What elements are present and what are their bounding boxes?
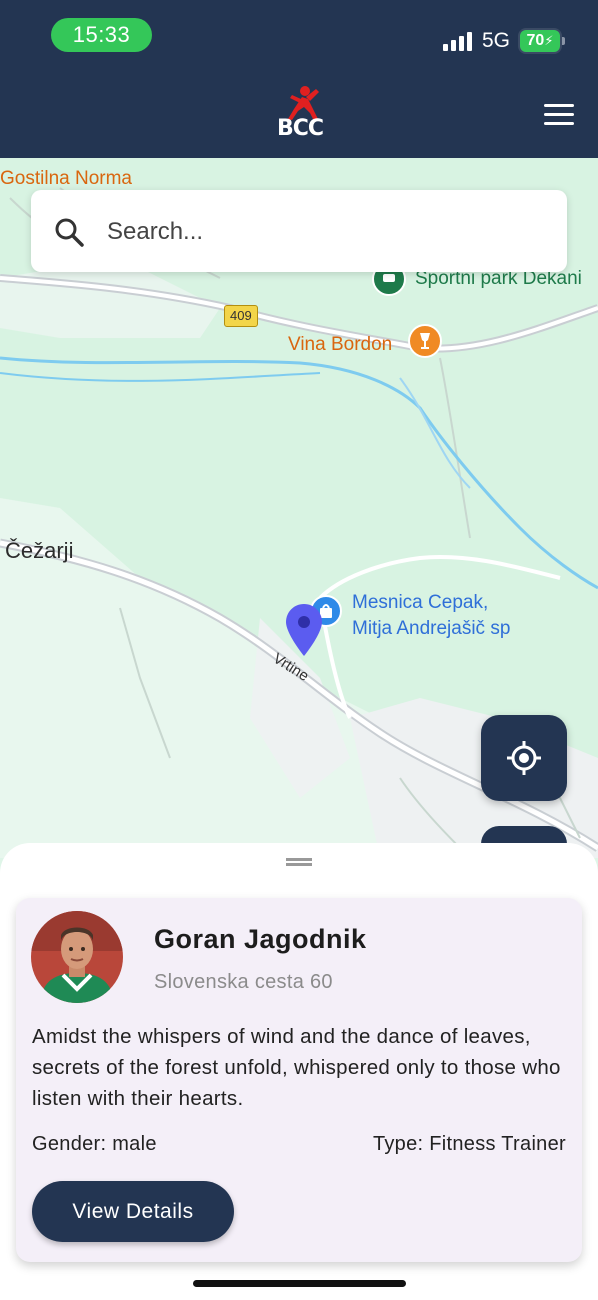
profile-gender: Gender: male — [32, 1133, 157, 1155]
cellular-signal-icon — [442, 31, 472, 51]
view-details-button[interactable]: View Details — [32, 1181, 234, 1242]
status-indicators: 5G 70⚡ — [442, 26, 565, 56]
app-header: 15:33 5G 70⚡ BCC — [0, 0, 598, 158]
profile-card[interactable]: Goran Jagodnik Slovenska cesta 60 Amidst… — [16, 898, 582, 1262]
poi-mesnica-label-line1[interactable]: Mesnica Cepak, — [352, 592, 488, 614]
logo-text: BCC — [276, 116, 324, 141]
my-location-icon — [507, 741, 541, 775]
locate-me-button[interactable] — [481, 715, 567, 801]
battery-icon: 70⚡ — [520, 30, 565, 52]
home-indicator[interactable] — [193, 1280, 406, 1287]
search-icon — [55, 218, 84, 247]
profile-address: Slovenska cesta 60 — [154, 971, 333, 993]
hamburger-menu-icon[interactable] — [544, 104, 576, 128]
avatar — [31, 911, 123, 1003]
status-time: 15:33 — [51, 18, 152, 52]
road-number-badge: 409 — [224, 305, 258, 327]
bottom-sheet: Goran Jagodnik Slovenska cesta 60 Amidst… — [0, 843, 598, 1300]
village-label: Čežarji — [5, 538, 74, 563]
battery-level: 70 — [526, 32, 545, 49]
search-input[interactable] — [105, 210, 549, 254]
bcc-logo[interactable]: BCC — [270, 83, 330, 143]
network-type: 5G — [481, 29, 510, 52]
profile-description: Amidst the whispers of wind and the danc… — [32, 1025, 561, 1110]
search-bar[interactable] — [31, 190, 567, 272]
poi-gostilna-label[interactable]: Gostilna Norma — [0, 168, 132, 190]
profile-name: Goran Jagodnik — [154, 924, 367, 954]
poi-vina-label[interactable]: Vina Bordon — [288, 334, 392, 356]
wine-glass-icon[interactable] — [408, 324, 442, 358]
profile-type: Type: Fitness Trainer — [372, 1133, 566, 1155]
poi-mesnica-label-line2[interactable]: Mitja Andrejašič sp — [352, 618, 510, 640]
location-pin-icon[interactable] — [284, 602, 324, 658]
drag-handle[interactable] — [286, 858, 312, 866]
